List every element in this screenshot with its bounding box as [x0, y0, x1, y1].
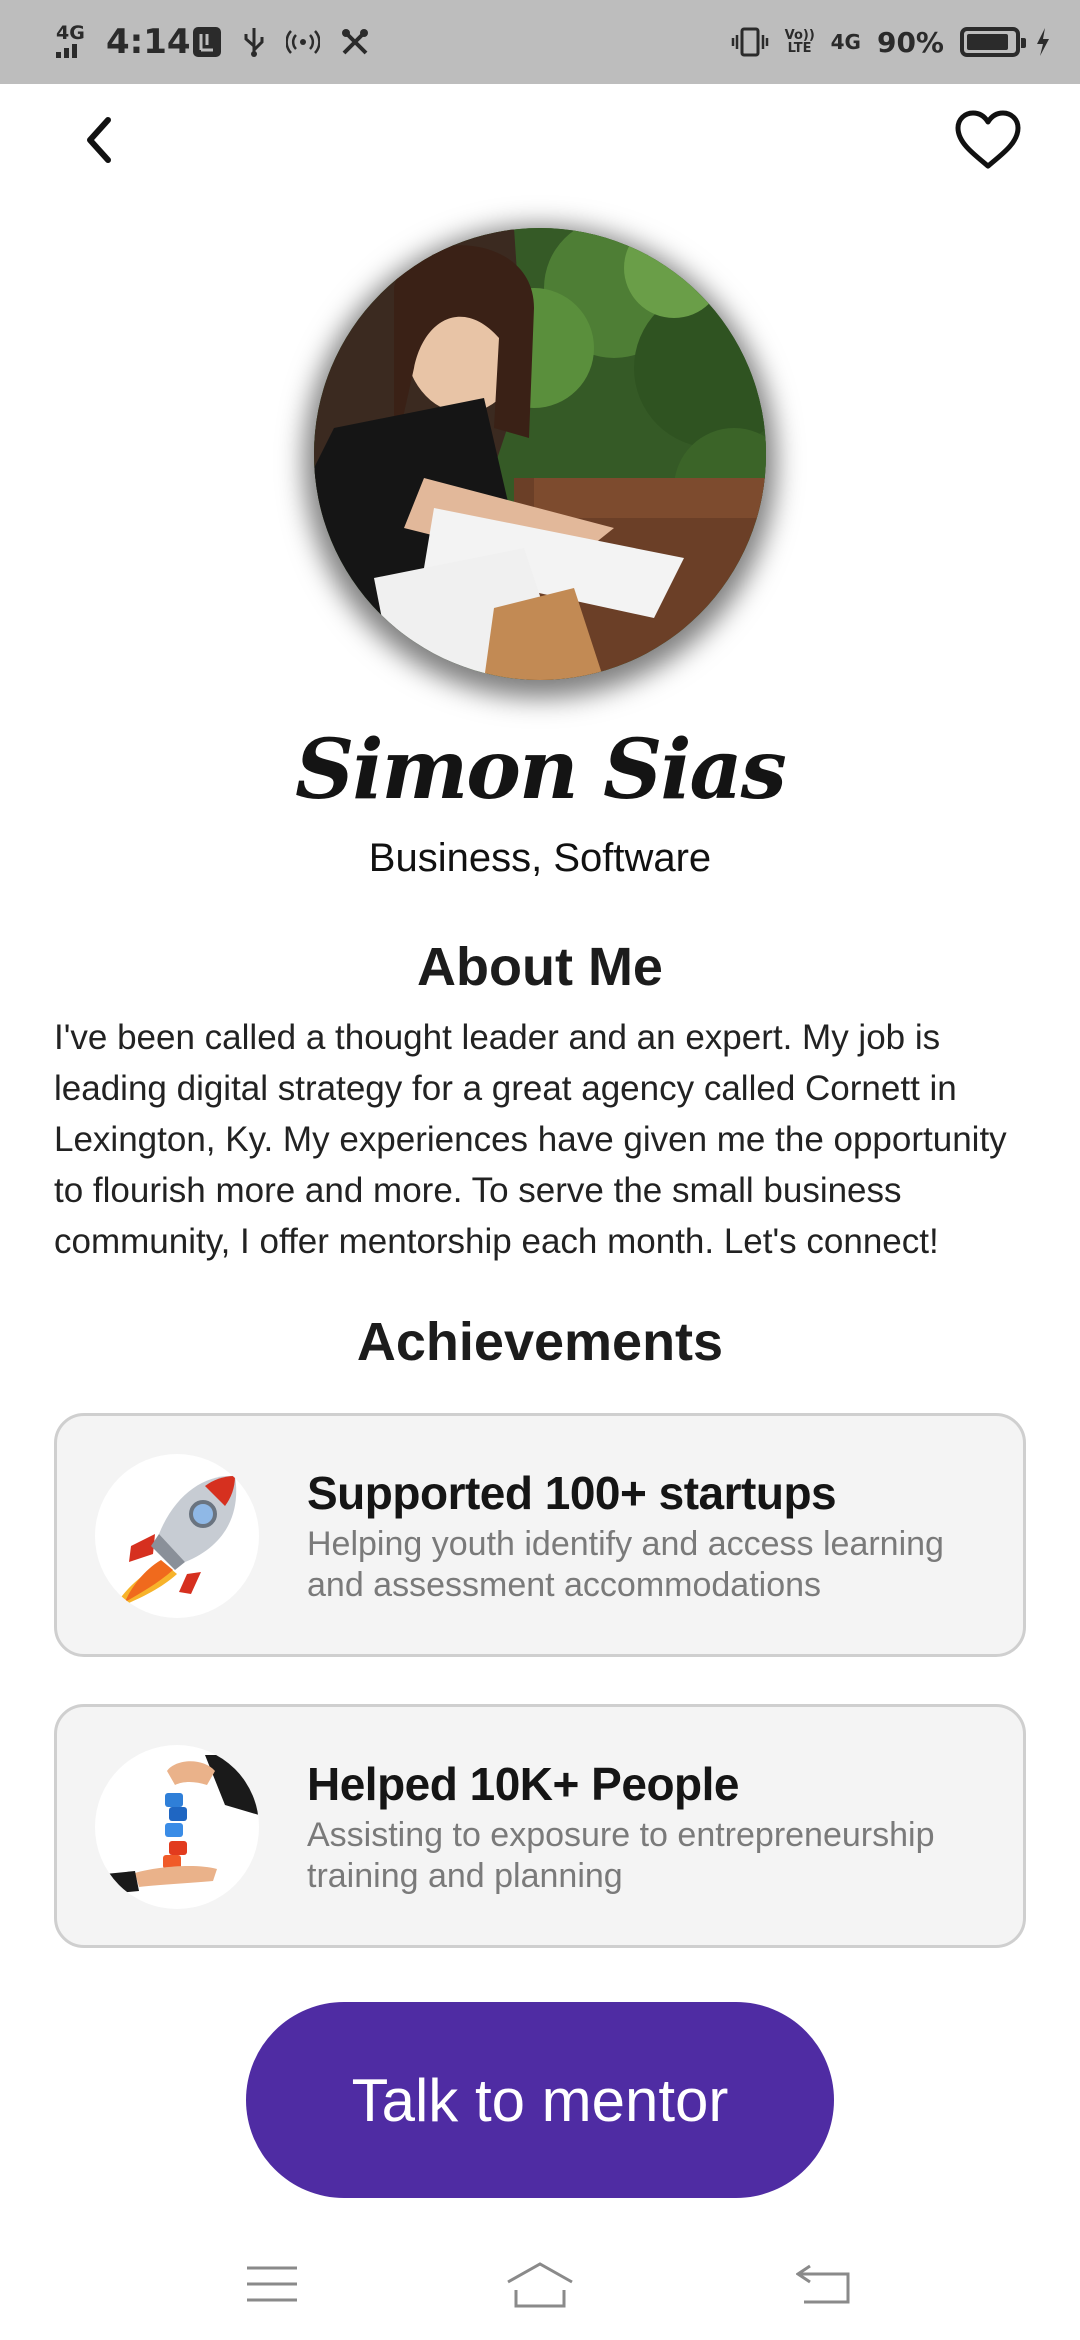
signal-icon: 4G: [56, 0, 90, 84]
status-icons-left: [192, 0, 370, 84]
charging-icon: [1037, 28, 1049, 56]
usb-icon: [244, 28, 264, 57]
rocket-icon: [95, 1454, 259, 1618]
hotspot-icon: [286, 30, 320, 54]
profile-subtitle: Business, Software: [368, 836, 712, 880]
achievement-heading: Helped 10K+ People: [307, 1758, 740, 1810]
menu-icon[interactable]: [232, 2254, 312, 2314]
achievement-card: Helped 10K+ People Assisting to exposure…: [54, 1704, 1026, 1948]
home-icon[interactable]: [500, 2254, 580, 2314]
battery-percent: 90%: [876, 25, 944, 59]
chevron-left-icon[interactable]: [62, 104, 134, 176]
battery-icon: [960, 27, 1026, 57]
achievement-description: Helping youth identify and access learni…: [307, 1525, 944, 1604]
network-type: 4G: [56, 22, 85, 44]
achievement-description: Assisting to exposure to entrepreneurshi…: [307, 1816, 935, 1895]
back-icon[interactable]: [784, 2254, 864, 2314]
status-time: 4:14: [106, 22, 191, 62]
achievements-title: Achievements: [356, 1312, 724, 1372]
profile-name: Simon Sias: [295, 722, 787, 818]
avatar: [314, 228, 766, 680]
puzzle-hands-icon: [95, 1745, 259, 1909]
heart-outline-icon[interactable]: [952, 104, 1024, 176]
achievement-heading: Supported 100+ startups: [307, 1467, 837, 1519]
data-icon: 4G: [830, 30, 861, 54]
achievement-card: Supported 100+ startups Helping youth id…: [54, 1413, 1026, 1657]
status-icons-right: Vo)) LTE 4G 90%: [731, 0, 1050, 84]
status-bar: 4G 4:14 Vo)) LTE 4G 90%: [0, 0, 1080, 84]
usb-debug-icon: [193, 27, 221, 57]
about-title: About Me: [417, 937, 663, 997]
system-nav-bar: [0, 2230, 1080, 2340]
talk-to-mentor-button[interactable]: Talk to mentor: [246, 2002, 834, 2198]
vibrate-icon: [731, 27, 768, 57]
volte-icon: Vo)) LTE: [784, 28, 815, 56]
tools-icon: [342, 29, 368, 55]
about-text: I've been called a thought leader and an…: [54, 1018, 1007, 1261]
